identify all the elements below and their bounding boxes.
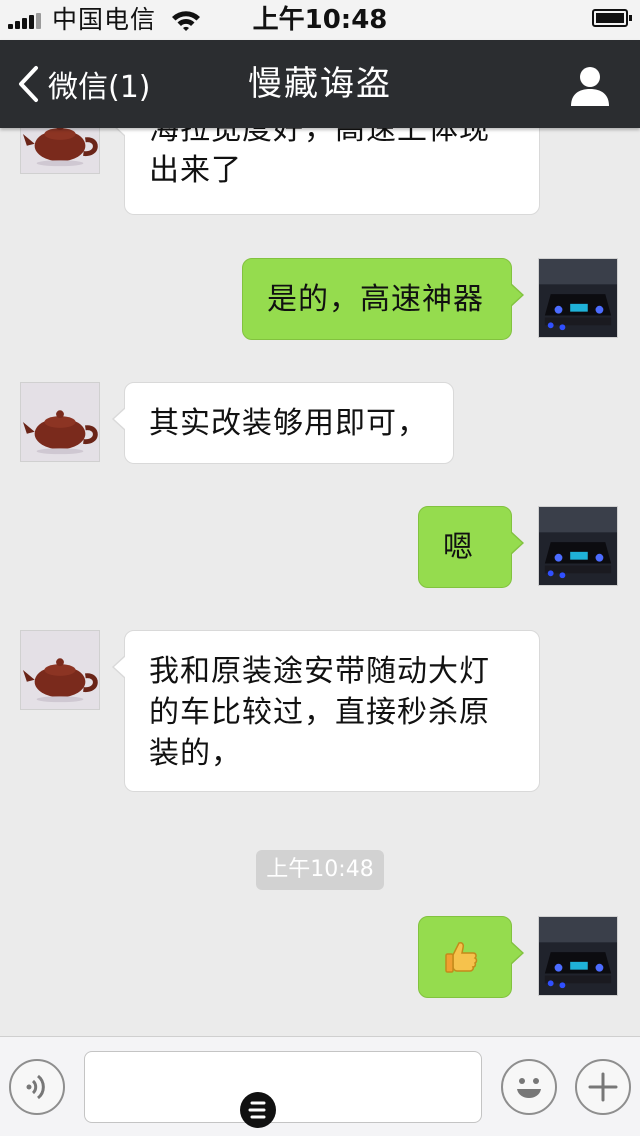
message-timestamp: 上午10:48 [256, 850, 384, 890]
watermark [240, 1092, 400, 1128]
thumbs-up-icon [445, 942, 478, 973]
voice-button[interactable] [9, 1059, 65, 1115]
input-bar [0, 1036, 640, 1136]
car-avatar[interactable] [538, 916, 618, 996]
incoming-message-bubble[interactable]: 海拉宽度好，高速上体现出来了 [112, 128, 540, 215]
status-bar: 中国电信 上午10:48 [0, 0, 640, 40]
message-text: 我和原装途安带随动大灯的车比较过，直接秒杀原装的， [149, 654, 490, 771]
message-list[interactable]: 海拉宽度好，高速上体现出来了 是的，高速神器 其实改装够用即可， 嗯 我和原装途… [0, 128, 640, 1036]
smiley-icon [517, 1078, 541, 1098]
plus-icon [588, 1072, 618, 1102]
wechat-chat-screen: 中国电信 上午10:48 微信(1) 慢藏诲盗 海拉宽度好，高速上体现出来了 是… [0, 0, 640, 1136]
outgoing-message-bubble[interactable]: 是的，高速神器 [242, 258, 524, 340]
message-text: 是的，高速神器 [267, 282, 484, 317]
car-avatar[interactable] [538, 506, 618, 586]
incoming-message-bubble[interactable]: 其实改装够用即可， [112, 382, 454, 464]
voice-icon [26, 1074, 45, 1100]
emoji-button[interactable] [501, 1059, 557, 1115]
status-time: 上午10:48 [252, 5, 388, 35]
car-avatar[interactable] [538, 258, 618, 338]
incoming-message-bubble[interactable]: 我和原装途安带随动大灯的车比较过，直接秒杀原装的， [112, 630, 540, 792]
teapot-avatar[interactable] [20, 630, 100, 710]
more-button[interactable] [575, 1059, 631, 1115]
message-text: 其实改装够用即可， [149, 406, 428, 441]
chat-title: 慢藏诲盗 [248, 64, 392, 104]
profile-icon[interactable] [568, 64, 612, 108]
outgoing-message-bubble[interactable] [418, 916, 524, 998]
battery-icon [592, 9, 632, 27]
message-text: 海拉宽度好，高速上体现出来了 [149, 128, 490, 188]
outgoing-message-bubble[interactable]: 嗯 [418, 506, 524, 588]
teapot-avatar[interactable] [20, 128, 100, 174]
teapot-avatar[interactable] [20, 382, 100, 462]
navigation-bar: 微信(1) 慢藏诲盗 [0, 40, 640, 128]
message-text: 嗯 [443, 530, 474, 565]
watermark-logo-icon [240, 1092, 276, 1128]
